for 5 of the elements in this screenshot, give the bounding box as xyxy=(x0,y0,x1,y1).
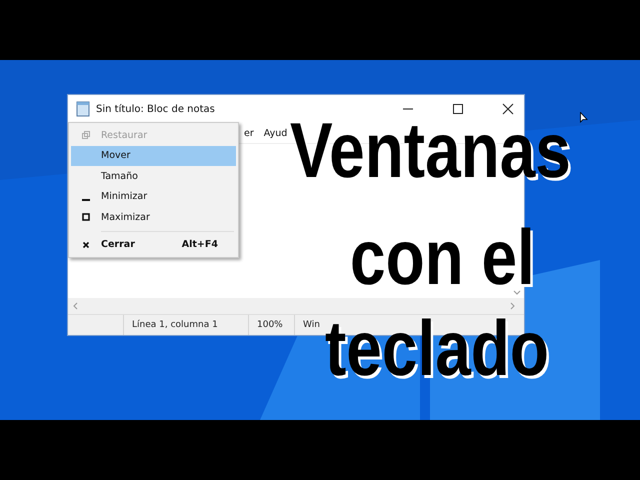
status-text: Win xyxy=(303,320,320,330)
window-title: Sin título: Bloc de notas xyxy=(96,104,215,114)
status-text: Línea 1, columna 1 xyxy=(132,320,218,330)
status-text: 100% xyxy=(257,320,283,330)
shortcut-text: Alt+F4 xyxy=(182,239,218,250)
